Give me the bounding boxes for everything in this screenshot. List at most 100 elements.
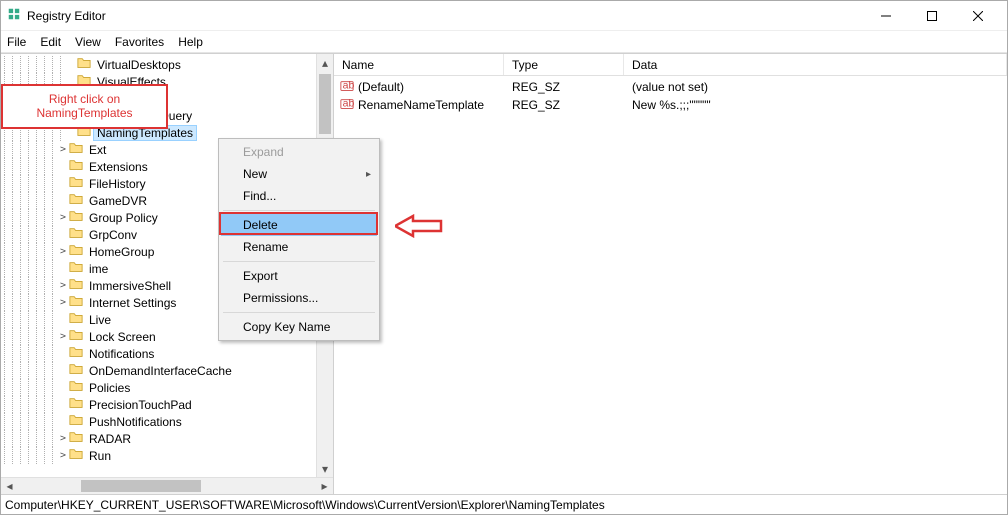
value-data: (value not set)	[624, 80, 1007, 94]
expand-icon[interactable]	[57, 345, 69, 362]
ctx-separator	[223, 210, 375, 211]
expand-icon[interactable]	[57, 413, 69, 430]
tree-item[interactable]: Policies	[1, 379, 316, 396]
registry-editor-window: Registry Editor File Edit View Favorites…	[0, 0, 1008, 515]
tree-item[interactable]: OnDemandInterfaceCache	[1, 362, 316, 379]
folder-icon	[69, 430, 86, 447]
value-row[interactable]: ab(Default)REG_SZ(value not set)	[334, 78, 1007, 96]
submenu-arrow-icon: ▸	[366, 169, 371, 180]
ctx-separator	[223, 261, 375, 262]
scroll-up-icon[interactable]: ▴	[317, 54, 333, 71]
tree-item-label: VirtualDesktops	[94, 58, 184, 72]
scroll-down-icon[interactable]: ▾	[317, 460, 333, 477]
tree-item-label: Group Policy	[86, 211, 161, 225]
ctx-export[interactable]: Export	[221, 265, 377, 287]
body: VirtualDesktopsVisualEffectsWallpapersWo…	[1, 53, 1007, 494]
folder-icon	[69, 260, 86, 277]
ctx-copy-key-name[interactable]: Copy Key Name	[221, 316, 377, 338]
ctx-rename[interactable]: Rename	[221, 236, 377, 258]
tree-item[interactable]: PrecisionTouchPad	[1, 396, 316, 413]
hscroll-thumb[interactable]	[81, 480, 201, 492]
column-header-type[interactable]: Type	[504, 54, 624, 75]
menu-view[interactable]: View	[75, 35, 101, 49]
annotation-arrow-icon	[395, 214, 443, 241]
tree-item-label: PushNotifications	[86, 415, 185, 429]
tree-hscrollbar[interactable]: ◂ ▸	[1, 477, 333, 494]
tree-item[interactable]: PushNotifications	[1, 413, 316, 430]
ctx-delete[interactable]: Delete	[221, 214, 377, 236]
column-header-data[interactable]: Data	[624, 54, 1007, 75]
scroll-left-icon[interactable]: ◂	[1, 479, 18, 493]
expand-icon[interactable]: >	[57, 430, 69, 447]
tree-item-label: PrecisionTouchPad	[86, 398, 195, 412]
close-button[interactable]	[955, 3, 1001, 29]
menu-file[interactable]: File	[7, 35, 26, 49]
maximize-button[interactable]	[909, 3, 955, 29]
expand-icon[interactable]	[57, 158, 69, 175]
ctx-new[interactable]: New▸	[221, 163, 377, 185]
menu-help[interactable]: Help	[178, 35, 203, 49]
expand-icon[interactable]	[57, 260, 69, 277]
value-row[interactable]: abRenameNameTemplateREG_SZNew %s.;;;""""…	[334, 96, 1007, 114]
tree-item[interactable]: VirtualDesktops	[1, 56, 316, 73]
vscroll-thumb[interactable]	[319, 74, 331, 134]
value-data: New %s.;;;"""""	[624, 98, 1007, 112]
expand-icon[interactable]	[57, 311, 69, 328]
scroll-right-icon[interactable]: ▸	[316, 479, 333, 493]
folder-icon	[69, 175, 86, 192]
tree-item-label: Policies	[86, 381, 133, 395]
expand-icon[interactable]	[57, 362, 69, 379]
folder-icon	[69, 362, 86, 379]
folder-icon	[69, 209, 86, 226]
expand-icon[interactable]	[57, 396, 69, 413]
expand-icon[interactable]: >	[57, 141, 69, 158]
menu-edit[interactable]: Edit	[40, 35, 61, 49]
value-list-header: Name Type Data	[334, 54, 1007, 76]
string-value-icon: ab	[340, 79, 354, 96]
expand-icon[interactable]	[57, 379, 69, 396]
tree-item-label: RADAR	[86, 432, 134, 446]
folder-icon	[69, 311, 86, 328]
expand-icon[interactable]: >	[57, 243, 69, 260]
expand-icon[interactable]	[65, 56, 77, 73]
tree-item-label: Notifications	[86, 347, 157, 361]
ctx-permissions[interactable]: Permissions...	[221, 287, 377, 309]
folder-icon	[69, 396, 86, 413]
tree-item[interactable]: Notifications	[1, 345, 316, 362]
menu-favorites[interactable]: Favorites	[115, 35, 164, 49]
folder-icon	[69, 158, 86, 175]
ctx-separator	[223, 312, 375, 313]
folder-icon	[69, 226, 86, 243]
ctx-find[interactable]: Find...	[221, 185, 377, 207]
expand-icon[interactable]: >	[57, 328, 69, 345]
expand-icon[interactable]: >	[57, 209, 69, 226]
expand-icon[interactable]	[57, 175, 69, 192]
folder-icon	[69, 413, 86, 430]
minimize-button[interactable]	[863, 3, 909, 29]
folder-icon	[69, 294, 86, 311]
column-header-name[interactable]: Name	[334, 54, 504, 75]
string-value-icon: ab	[340, 97, 354, 114]
tree-item-label: Run	[86, 449, 114, 463]
value-list[interactable]: ab(Default)REG_SZ(value not set)abRename…	[334, 76, 1007, 494]
folder-icon	[69, 141, 86, 158]
tree-item-label: Live	[86, 313, 114, 327]
value-type: REG_SZ	[504, 80, 624, 94]
folder-icon	[69, 447, 86, 464]
folder-icon	[69, 345, 86, 362]
expand-icon[interactable]: >	[57, 277, 69, 294]
svg-text:ab: ab	[343, 79, 354, 91]
svg-text:ab: ab	[343, 97, 354, 109]
expand-icon[interactable]: >	[57, 294, 69, 311]
expand-icon[interactable]	[57, 192, 69, 209]
expand-icon[interactable]	[57, 226, 69, 243]
ctx-expand[interactable]: Expand	[221, 141, 377, 163]
tree-item[interactable]: > Run	[1, 447, 316, 464]
tree-item-label: Lock Screen	[86, 330, 159, 344]
annotation-text: Right click on NamingTemplates	[5, 93, 164, 119]
tree-item[interactable]: > RADAR	[1, 430, 316, 447]
folder-icon	[77, 56, 94, 73]
tree-item-label: ImmersiveShell	[86, 279, 174, 293]
expand-icon[interactable]: >	[57, 447, 69, 464]
tree-item-label: OnDemandInterfaceCache	[86, 364, 235, 378]
